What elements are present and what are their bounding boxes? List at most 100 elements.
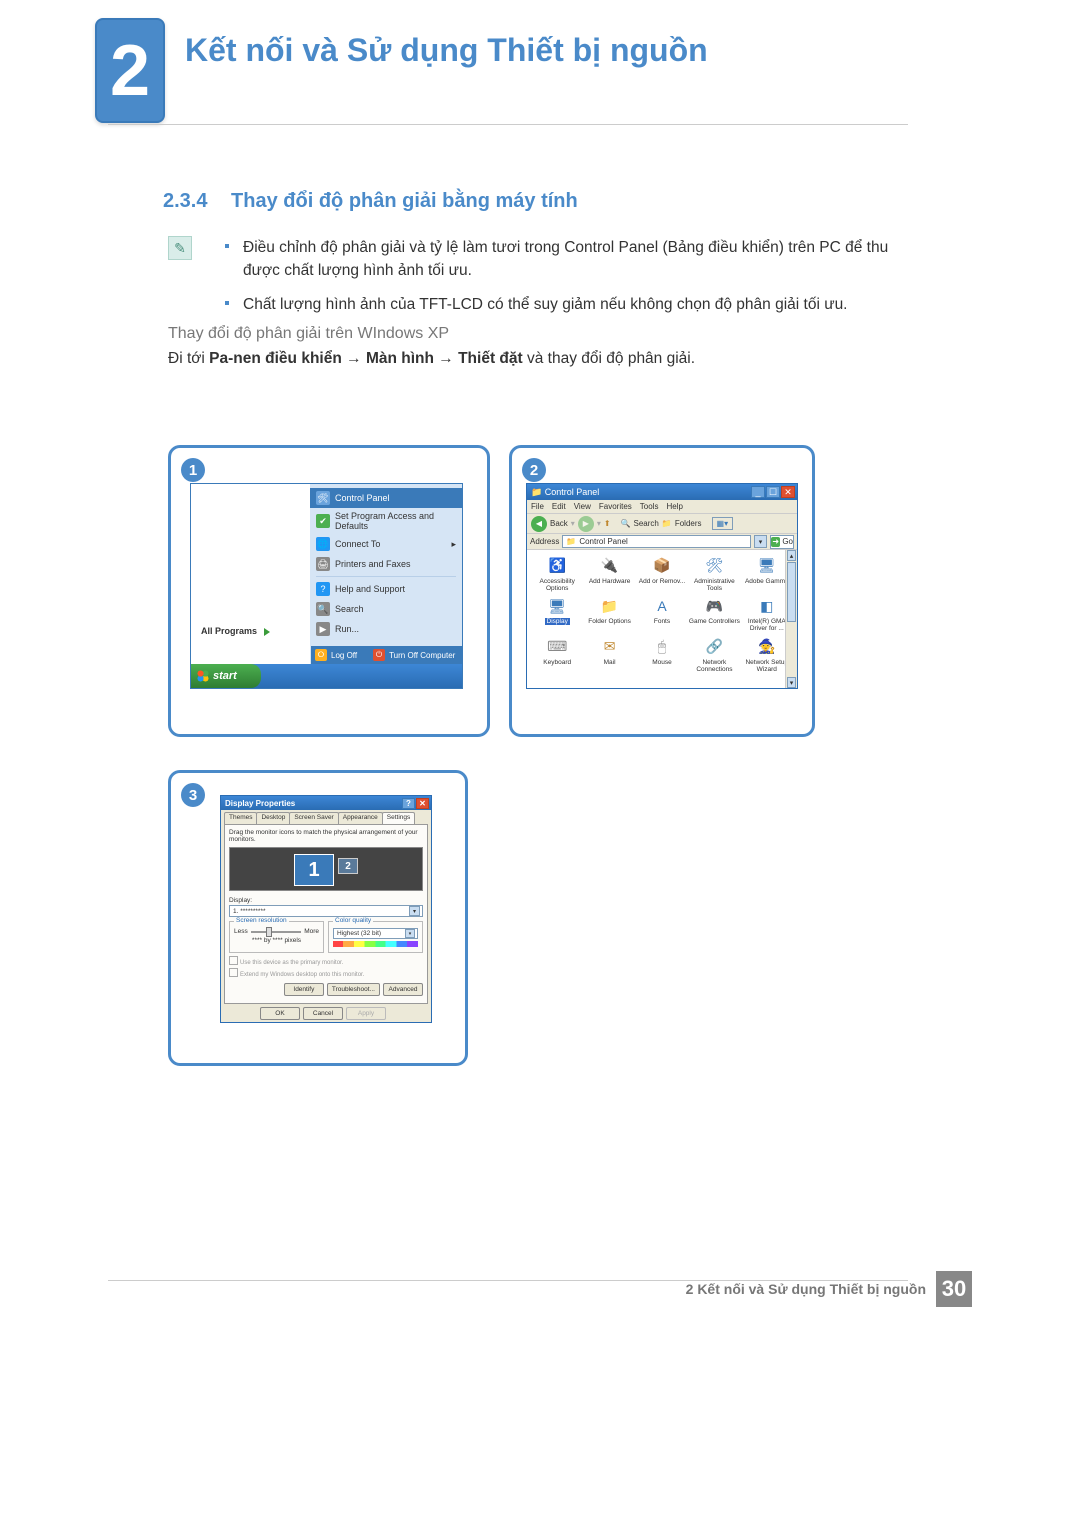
logoff-bar: ⭘ Log Off ⏻ Turn Off Computer	[311, 646, 462, 664]
taskbar: start	[191, 664, 462, 688]
slider-thumb[interactable]	[266, 927, 272, 937]
monitor-1[interactable]: 1	[294, 854, 334, 886]
tab[interactable]: Settings	[382, 812, 416, 824]
scroll-up-icon[interactable]: ▴	[787, 550, 796, 561]
scrollbar[interactable]: ▴ ▾	[785, 550, 797, 688]
chapter-number-badge: 2	[95, 18, 165, 123]
minimize-button[interactable]: _	[751, 486, 765, 498]
tab[interactable]: Screen Saver	[289, 812, 338, 824]
chevron-down-icon[interactable]: ▾	[754, 535, 767, 548]
address-input[interactable]: 📁 Control Panel	[562, 535, 751, 548]
control-panel-icon[interactable]: 🔗Network Connections	[688, 637, 740, 673]
forward-icon[interactable]: ▶	[578, 516, 594, 532]
checkbox-extend-desktop[interactable]: Extend my Windows desktop onto this moni…	[229, 968, 423, 980]
menu-item-icon: ?	[316, 582, 330, 596]
control-panel-icon[interactable]: 🖱Mouse	[636, 637, 688, 673]
group-label: Screen resolution	[234, 917, 289, 924]
instruction-step: Pa-nen điều khiển	[209, 350, 342, 367]
menu-item[interactable]: Favorites	[599, 502, 632, 511]
all-programs[interactable]: All Programs	[201, 626, 270, 636]
view-icon[interactable]: ▦▾	[712, 517, 734, 530]
search-icon[interactable]: 🔍	[621, 519, 631, 528]
section-title: Thay đổi độ phân giải bằng máy tính	[231, 190, 578, 212]
color-quality-combo[interactable]: Highest (32 bit) ▾	[333, 928, 418, 939]
scroll-down-icon[interactable]: ▾	[787, 677, 796, 688]
control-panel-icon[interactable]: ✉Mail	[583, 637, 635, 673]
scroll-thumb[interactable]	[787, 562, 796, 622]
menu-item[interactable]: File	[531, 502, 544, 511]
folder-icon: 📁	[531, 487, 542, 497]
display-combo[interactable]: 1. ********** ▾	[229, 905, 423, 917]
control-panel-icon[interactable]: 🖥Display	[531, 596, 583, 632]
window-title: Control Panel	[545, 487, 600, 497]
start-menu-item[interactable]: 🌐Connect To▸	[310, 534, 462, 554]
control-panel-icon[interactable]: 🔌Add Hardware	[583, 556, 635, 592]
tab-panel-settings: Drag the monitor icons to match the phys…	[224, 824, 428, 1004]
control-panel-icon[interactable]: ♿Accessibility Options	[531, 556, 583, 592]
close-button[interactable]: ✕	[416, 798, 429, 809]
cp-icon-glyph: ◧	[757, 596, 777, 616]
control-panel-icon[interactable]: 📦Add or Remov...	[636, 556, 688, 592]
menu-item[interactable]: View	[574, 502, 591, 511]
go-arrow-icon: ➜	[771, 537, 780, 547]
power-icon: ⏻	[373, 649, 385, 661]
tab[interactable]: Desktop	[256, 812, 290, 824]
close-button[interactable]: ✕	[781, 486, 795, 498]
logoff-label[interactable]: Log Off	[331, 651, 357, 660]
menu-item[interactable]: Help	[666, 502, 682, 511]
control-panel-icon[interactable]: 📁Folder Options	[583, 596, 635, 632]
cp-icon-label: Accessibility Options	[531, 578, 583, 592]
control-panel-icon[interactable]: 🛠Administrative Tools	[688, 556, 740, 592]
control-panel-icon[interactable]: ⌨Keyboard	[531, 637, 583, 673]
address-label: Address	[530, 537, 559, 546]
go-button[interactable]: ➜ Go	[770, 535, 794, 549]
start-menu-item[interactable]: ✔Set Program Access and Defaults	[310, 508, 462, 534]
cp-icon-label: Mail	[604, 659, 616, 666]
chevron-down-icon[interactable]: ▾	[409, 906, 420, 916]
cp-icon-label: Fonts	[654, 618, 670, 625]
folders-icon[interactable]: 📁	[662, 519, 672, 528]
cp-icon-glyph: ⌨	[547, 637, 567, 657]
button[interactable]: Troubleshoot...	[327, 983, 380, 996]
tab[interactable]: Themes	[224, 812, 257, 824]
checkbox-primary-monitor[interactable]: Use this device as the primary monitor.	[229, 956, 423, 968]
cp-icon-glyph: 🖥	[757, 556, 777, 576]
hint-text: Drag the monitor icons to match the phys…	[229, 829, 423, 843]
turnoff-label[interactable]: Turn Off Computer	[389, 651, 455, 660]
color-quality-value: Highest (32 bit)	[337, 930, 381, 937]
start-menu-item[interactable]: ▶Run...	[310, 619, 462, 639]
resolution-slider[interactable]: Less More	[234, 928, 319, 935]
start-menu-item[interactable]: ?Help and Support	[310, 579, 462, 599]
screen-resolution-group: Screen resolution Less More **** by ****…	[229, 921, 324, 953]
back-icon[interactable]: ◀	[531, 516, 547, 532]
instruction-prefix: Đi tới	[168, 350, 209, 367]
control-panel-icon[interactable]: AFonts	[636, 596, 688, 632]
tab[interactable]: Appearance	[338, 812, 383, 824]
button[interactable]: OK	[260, 1007, 300, 1020]
up-icon[interactable]: ⬆	[604, 519, 611, 528]
help-button[interactable]: ?	[402, 798, 415, 809]
button[interactable]: Cancel	[303, 1007, 343, 1020]
instruction-suffix: và thay đổi độ phân giải.	[527, 350, 695, 367]
cp-icon-glyph: 📦	[652, 556, 672, 576]
start-menu-item[interactable]: 🔍Search	[310, 599, 462, 619]
button[interactable]: Identify	[284, 983, 324, 996]
menu-item-icon: 🛠	[316, 491, 330, 505]
button[interactable]: Apply	[346, 1007, 386, 1020]
menu-item[interactable]: Tools	[640, 502, 659, 511]
menu-item[interactable]: Edit	[552, 502, 566, 511]
start-menu-item[interactable]: 🖨Printers and Faxes	[310, 554, 462, 574]
start-button[interactable]: start	[191, 664, 261, 688]
sub-heading: Thay đổi độ phân giải trên WIndows XP	[168, 325, 449, 343]
monitor-arrangement[interactable]: 1 2	[229, 847, 423, 891]
start-menu-item[interactable]: 🛠Control Panel	[310, 488, 462, 508]
control-panel-icon[interactable]: 🎮Game Controllers	[688, 596, 740, 632]
maximize-button[interactable]: ☐	[766, 486, 780, 498]
mid-buttons: IdentifyTroubleshoot...Advanced	[229, 983, 423, 996]
button[interactable]: Advanced	[383, 983, 423, 996]
menu-item-icon: ✔	[316, 514, 330, 528]
arrow-icon: →	[346, 350, 366, 367]
chevron-right-icon	[264, 628, 270, 636]
chevron-down-icon[interactable]: ▾	[405, 929, 415, 938]
monitor-2[interactable]: 2	[338, 858, 358, 874]
